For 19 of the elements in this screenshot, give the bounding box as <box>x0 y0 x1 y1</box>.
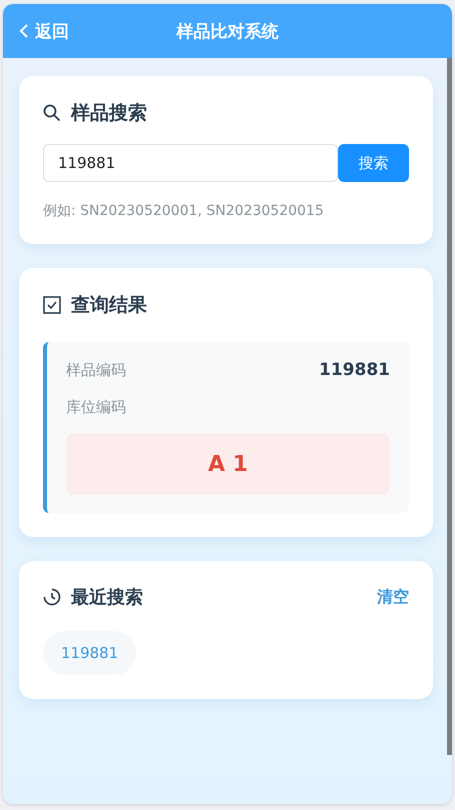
back-button[interactable]: 返回 <box>19 20 69 42</box>
scrollbar[interactable] <box>447 58 452 755</box>
clear-button[interactable]: 清空 <box>377 586 409 608</box>
location-code: A 1 <box>66 433 390 495</box>
page-title: 样品比对系统 <box>176 20 278 42</box>
search-field[interactable]: 119881 <box>43 144 338 182</box>
section-title: 查询结果 <box>71 293 147 318</box>
section-title: 样品搜索 <box>71 101 147 126</box>
recent-search-chip[interactable]: 119881 <box>43 631 136 675</box>
section-title: 最近搜索 <box>71 586 143 609</box>
search-button[interactable]: 搜索 <box>338 144 409 182</box>
search-icon <box>43 104 61 122</box>
chevron-left-icon <box>19 23 29 39</box>
example-hint: 例如: SN20230520001, SN20230520015 <box>43 202 325 220</box>
sample-code: 119881 <box>319 360 390 380</box>
checkbox-icon <box>43 296 61 314</box>
field-label: 样品编码 <box>66 360 126 380</box>
field-label: 库位编码 <box>66 398 126 417</box>
clock-icon <box>43 588 61 606</box>
